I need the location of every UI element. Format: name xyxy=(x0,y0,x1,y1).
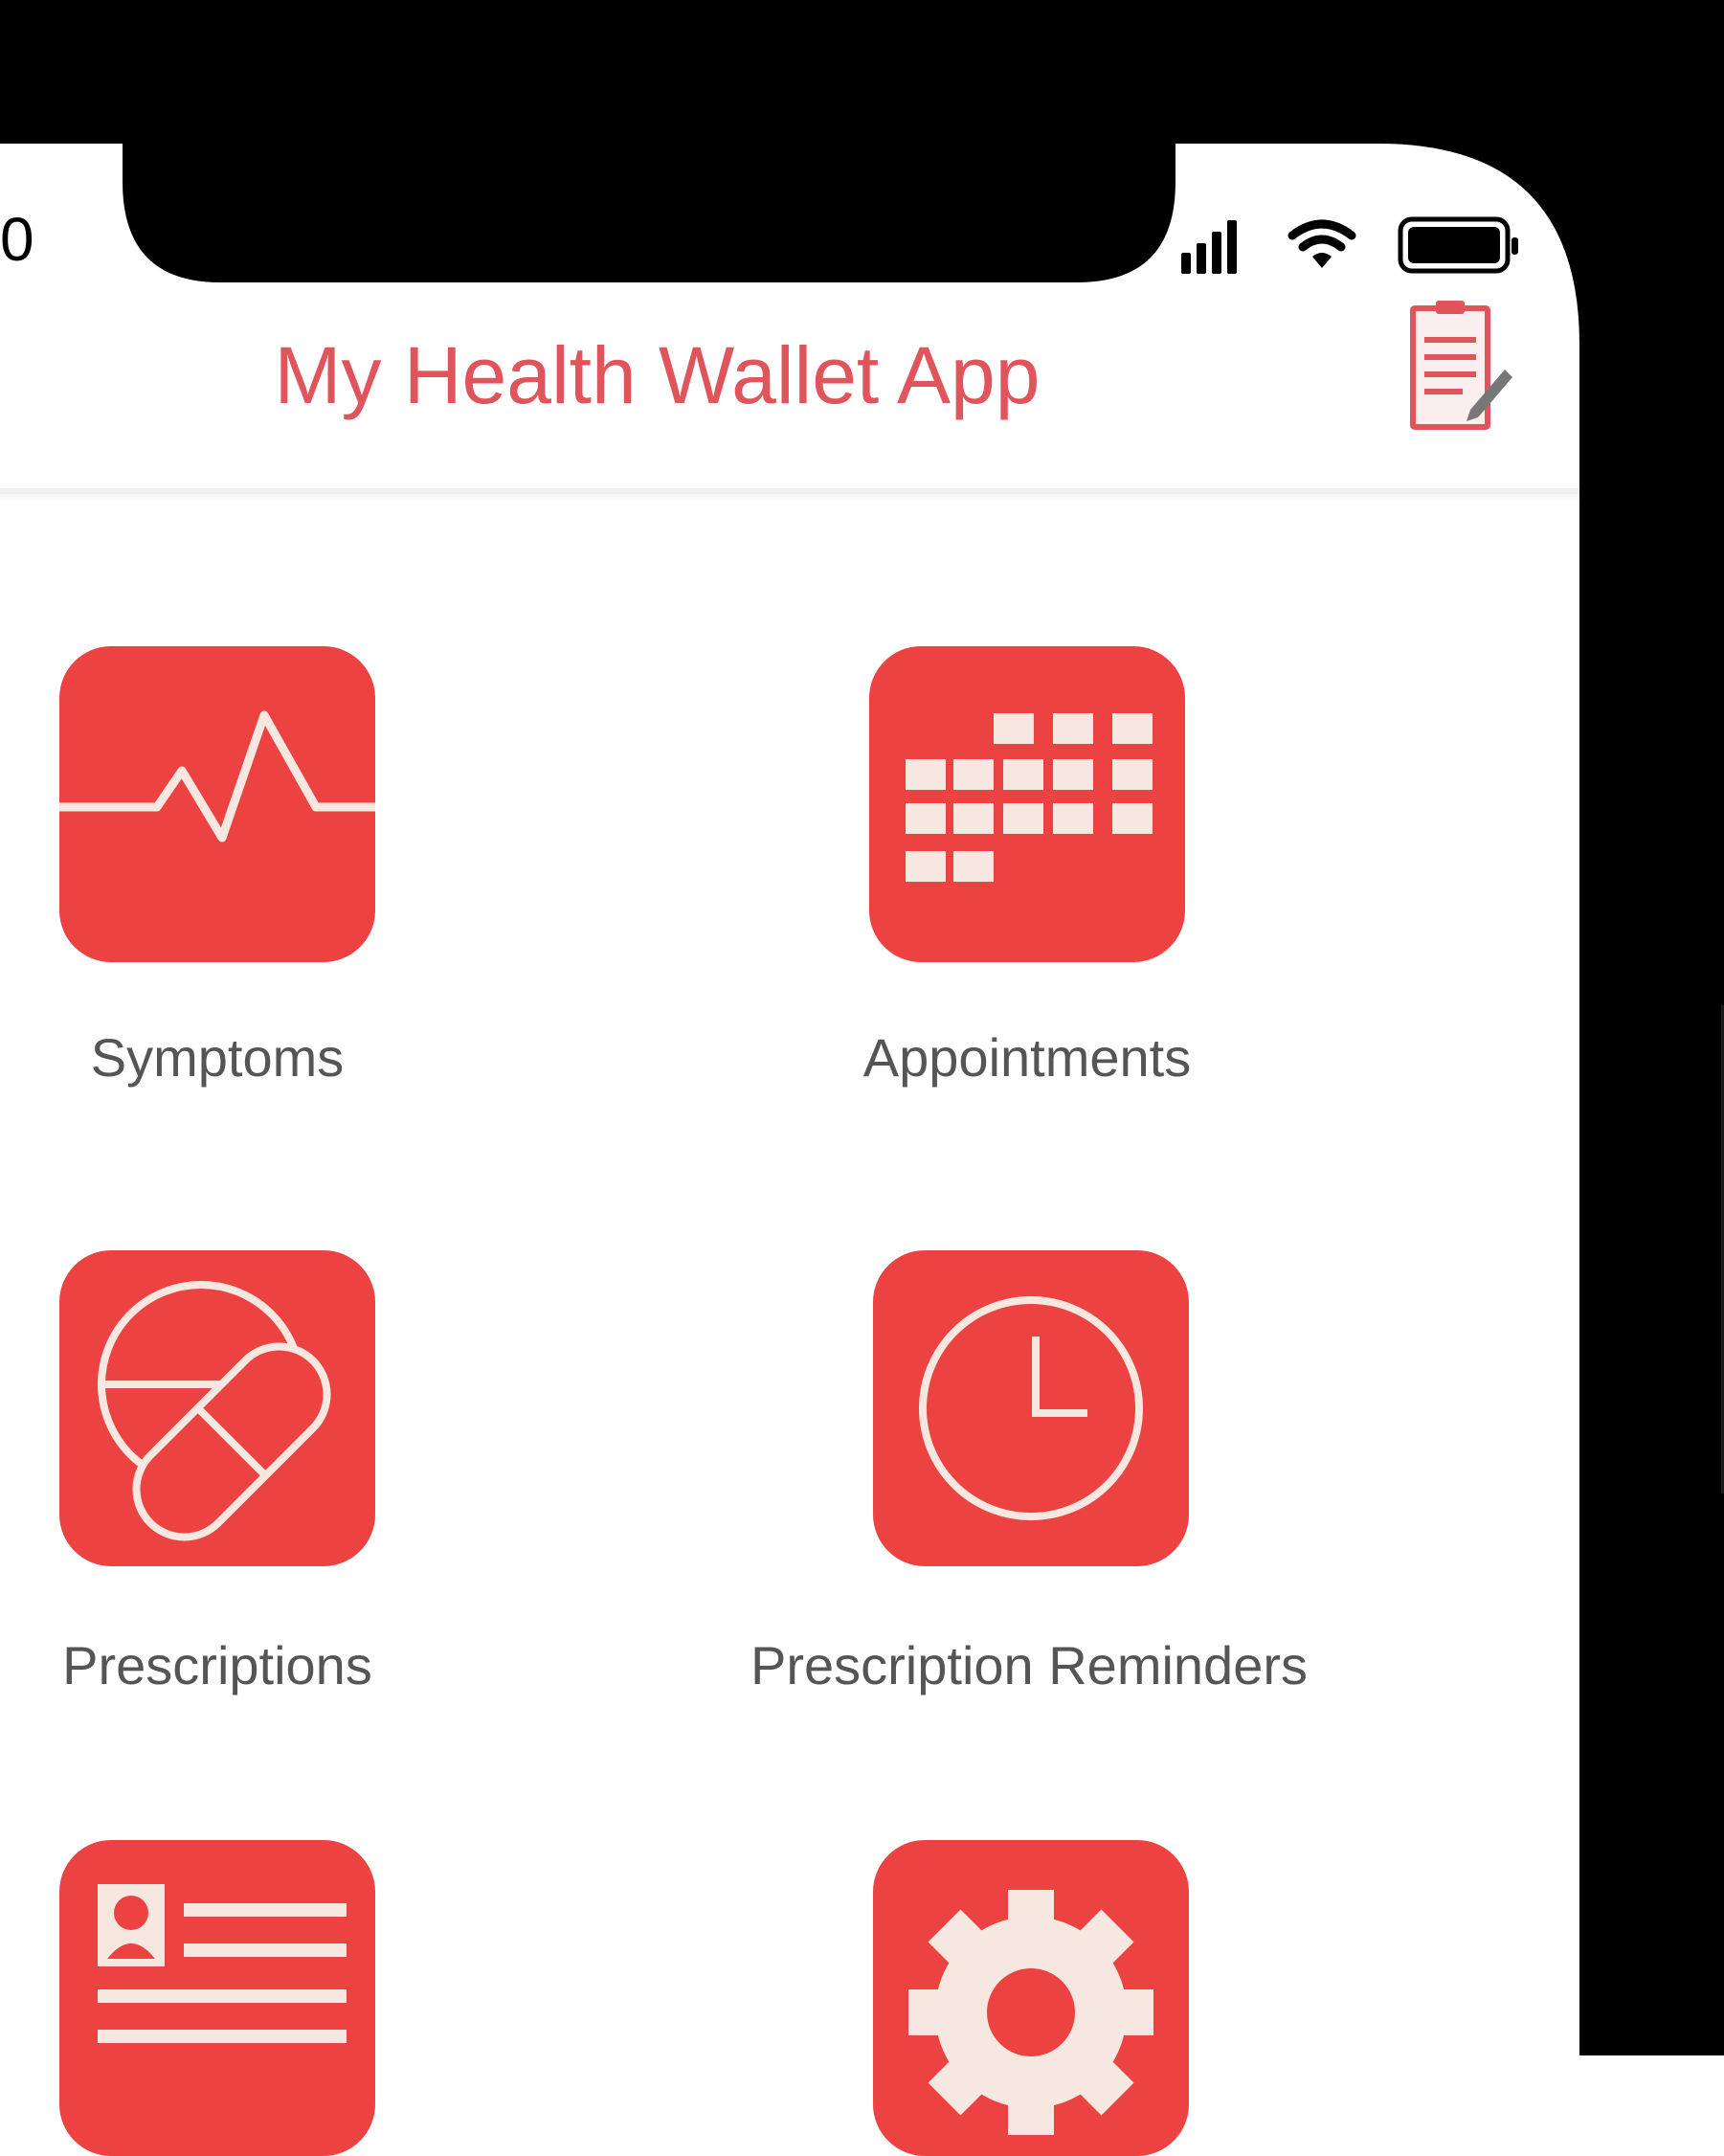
clock-icon xyxy=(919,1296,1143,1520)
pills-icon xyxy=(98,1281,331,1541)
appointments-tile[interactable] xyxy=(869,646,1185,962)
prescription-reminders-tile[interactable] xyxy=(873,1250,1189,1566)
gear-icon xyxy=(908,1890,1153,2135)
appointments-label[interactable]: Appointments xyxy=(802,1031,1252,1085)
app-screen: 0 My Health Wallet App Symptoms Appointm… xyxy=(0,0,1724,2156)
cellular-signal-icon xyxy=(1181,220,1237,274)
symptoms-tile[interactable] xyxy=(59,646,375,962)
prescriptions-label[interactable]: Prescriptions xyxy=(11,1639,423,1693)
heartbeat-icon xyxy=(59,710,375,842)
nav-shadow xyxy=(0,494,1579,504)
profile-tile[interactable] xyxy=(59,1840,375,2156)
page-title: My Health Wallet App xyxy=(274,330,1041,420)
battery-icon xyxy=(1398,216,1518,274)
wifi-icon xyxy=(1287,219,1356,268)
symptoms-label[interactable]: Symptoms xyxy=(11,1031,423,1085)
id-card-icon xyxy=(98,1884,347,2043)
calendar-grid-icon xyxy=(906,713,1153,882)
settings-tile[interactable] xyxy=(873,1840,1189,2156)
prescription-reminders-label[interactable]: Prescription Reminders xyxy=(660,1639,1398,1693)
status-time: 0 xyxy=(0,205,34,274)
clipboard-edit-icon[interactable] xyxy=(1409,299,1514,433)
prescriptions-tile[interactable] xyxy=(59,1250,375,1566)
